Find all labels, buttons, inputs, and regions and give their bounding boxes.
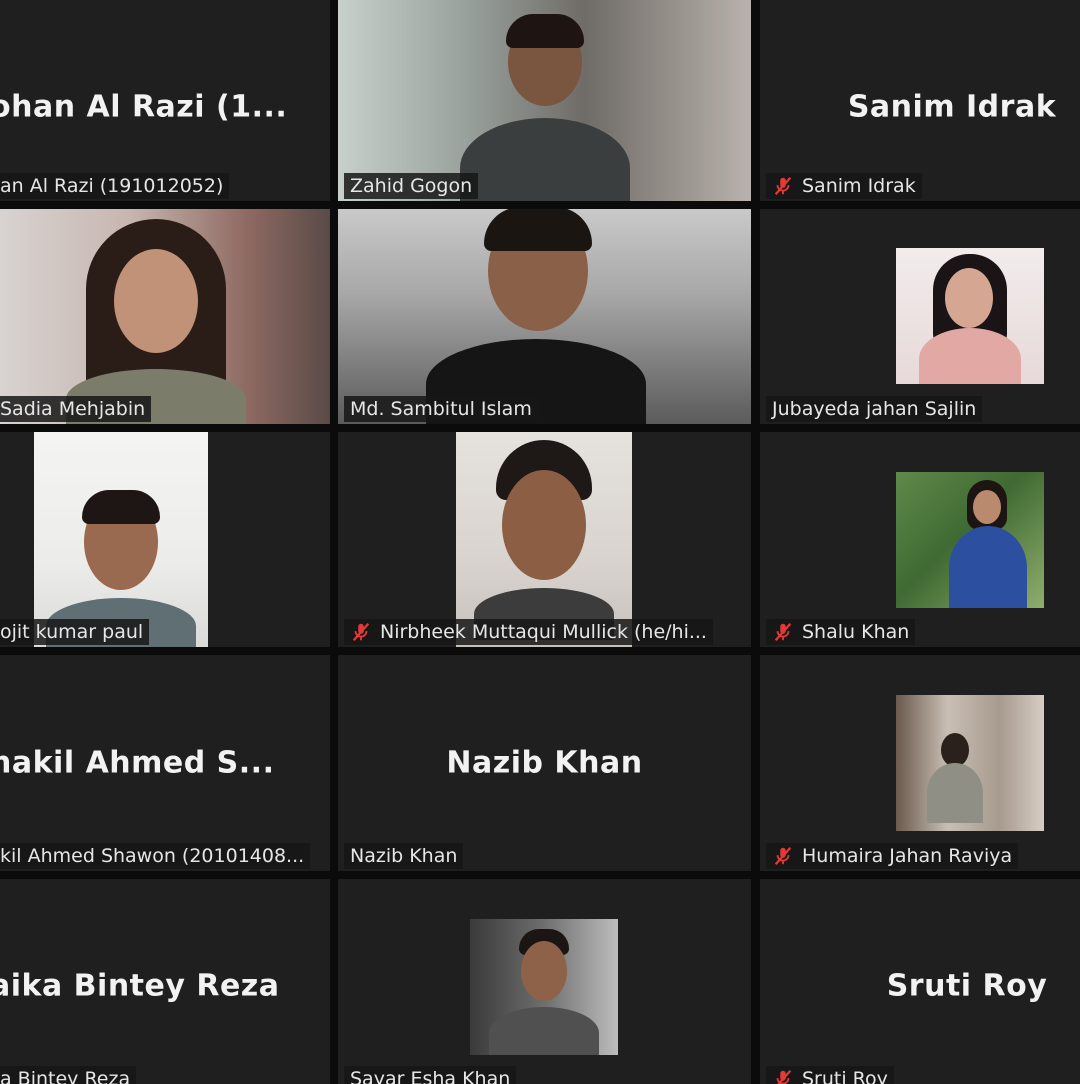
mic-muted-icon	[776, 1070, 792, 1084]
participant-profile-photo	[896, 695, 1044, 831]
participant-tile[interactable]: Jubayeda jahan Sajlin	[760, 209, 1080, 424]
participant-tile[interactable]: Sruti Roy Sruti Roy	[760, 879, 1080, 1084]
participant-tile[interactable]: Sadia Mehjabin	[0, 209, 330, 424]
participant-name: kil Ahmed Shawon (20101408...	[0, 845, 305, 867]
participant-video	[338, 209, 751, 424]
participant-display-name: Sruti Roy	[886, 968, 1048, 1004]
mic-muted-icon	[774, 177, 792, 195]
participant-name: Shalu Khan	[802, 621, 910, 643]
mic-muted-icon	[774, 847, 792, 865]
participant-display-name: hakil Ahmed S...	[0, 745, 275, 781]
mic-muted-icon	[774, 623, 792, 641]
participant-name: Jubayeda jahan Sajlin	[772, 398, 977, 420]
participant-name: an Al Razi (191012052)	[0, 175, 224, 197]
participant-tile[interactable]: ojit kumar paul	[0, 432, 330, 647]
participant-name: Nazib Khan	[350, 845, 458, 867]
participant-display-name: Sanim Idrak	[847, 89, 1057, 125]
participant-tile[interactable]: Sayar Esha Khan	[338, 879, 751, 1084]
participant-video	[0, 209, 330, 424]
participant-display-name: ohan Al Razi (1...	[0, 89, 288, 125]
mic-muted-icon	[352, 623, 370, 641]
participant-video	[34, 432, 208, 647]
participant-name: Md. Sambitul Islam	[350, 398, 532, 420]
participant-video	[470, 919, 618, 1055]
participant-name-label: Jubayeda jahan Sajlin	[766, 396, 983, 422]
participant-tile[interactable]: Md. Sambitul Islam	[338, 209, 751, 424]
participant-name-label: an Al Razi (191012052)	[0, 173, 230, 199]
participant-name-label: Sanim Idrak	[766, 173, 922, 199]
participant-tile[interactable]: Zahid Gogon	[338, 0, 751, 201]
participant-video	[338, 0, 751, 201]
participant-profile-photo	[896, 248, 1044, 384]
participant-tile[interactable]: Nirbheek Muttaqui Mullick (he/hi...	[338, 432, 751, 647]
participant-tile[interactable]: Humaira Jahan Raviya	[760, 655, 1080, 871]
participant-name-label: Sruti Roy	[766, 1066, 894, 1084]
participant-name-label: Sayar Esha Khan	[344, 1066, 517, 1084]
participant-name: Sruti Roy	[802, 1068, 888, 1084]
participant-tile[interactable]: hakil Ahmed S... kil Ahmed Shawon (20101…	[0, 655, 330, 871]
participant-tile[interactable]: aika Bintey Reza a Bintey Reza	[0, 879, 330, 1084]
participant-tile[interactable]: ohan Al Razi (1... an Al Razi (191012052…	[0, 0, 330, 201]
participant-name: Sayar Esha Khan	[350, 1068, 511, 1084]
participant-gallery: ohan Al Razi (1... an Al Razi (191012052…	[0, 0, 1080, 1084]
participant-name-label: Nirbheek Muttaqui Mullick (he/hi...	[344, 619, 713, 645]
participant-display-name: aika Bintey Reza	[0, 968, 280, 1004]
participant-name-label: Md. Sambitul Islam	[344, 396, 538, 422]
participant-name: Zahid Gogon	[350, 175, 473, 197]
participant-name: Nirbheek Muttaqui Mullick (he/hi...	[380, 621, 707, 643]
participant-name-label: Sadia Mehjabin	[0, 396, 152, 422]
participant-name-label: Nazib Khan	[344, 843, 464, 869]
participant-name-label: ojit kumar paul	[0, 619, 150, 645]
participant-name: a Bintey Reza	[0, 1068, 131, 1084]
participant-tile[interactable]: Nazib Khan Nazib Khan	[338, 655, 751, 871]
participant-profile-photo	[896, 472, 1044, 608]
participant-name-label: Zahid Gogon	[344, 173, 479, 199]
participant-name-label: Shalu Khan	[766, 619, 916, 645]
participant-name-label: Humaira Jahan Raviya	[766, 843, 1019, 869]
participant-name-label: a Bintey Reza	[0, 1066, 137, 1084]
participant-name: Humaira Jahan Raviya	[802, 845, 1013, 867]
participant-name: Sanim Idrak	[802, 175, 916, 197]
participant-name-label: kil Ahmed Shawon (20101408...	[0, 843, 311, 869]
participant-name: ojit kumar paul	[0, 621, 144, 643]
participant-tile[interactable]: Sanim Idrak Sanim Idrak	[760, 0, 1080, 201]
participant-display-name: Nazib Khan	[446, 745, 643, 781]
participant-name: Sadia Mehjabin	[0, 398, 146, 420]
participant-tile[interactable]: Shalu Khan	[760, 432, 1080, 647]
participant-video	[456, 432, 632, 647]
